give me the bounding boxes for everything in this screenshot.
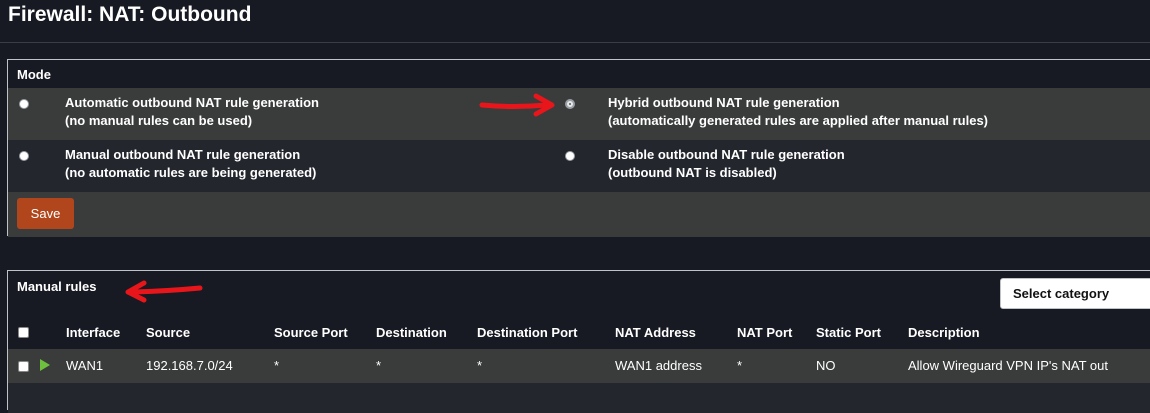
option-automatic-title: Automatic outbound NAT rule generation [65,95,319,110]
cell-description: Allow Wireguard VPN IP's NAT out [908,358,1108,373]
col-static-port[interactable]: Static Port [816,325,881,340]
radio-automatic[interactable] [19,99,29,109]
cell-static-port: NO [816,358,836,373]
option-manual[interactable]: Manual outbound NAT rule generation (no … [65,146,316,182]
option-hybrid[interactable]: Hybrid outbound NAT rule generation (aut… [608,94,988,130]
mode-row-2: Manual outbound NAT rule generation (no … [8,140,1150,192]
select-all-checkbox[interactable] [18,327,29,338]
mode-panel: Mode Automatic outbound NAT rule generat… [7,59,1150,237]
rules-table-header: Interface Source Source Port Destination… [8,315,1150,349]
save-row: Save [8,192,1150,237]
manual-rules-heading: Manual rules [17,279,97,294]
col-nat-address[interactable]: NAT Address [615,325,696,340]
option-disable-title: Disable outbound NAT rule generation [608,147,845,162]
red-arrow-annotation [479,93,555,117]
col-destination[interactable]: Destination [376,325,447,340]
manual-rules-panel: Manual rules Select category Interface S… [7,270,1150,413]
option-hybrid-title: Hybrid outbound NAT rule generation [608,95,840,110]
cell-nat-port: * [737,358,743,373]
option-manual-title: Manual outbound NAT rule generation [65,147,301,162]
save-button[interactable]: Save [17,198,74,229]
col-description[interactable]: Description [908,325,980,340]
col-destination-port[interactable]: Destination Port [477,325,577,340]
cell-source: 192.168.7.0/24 [146,358,233,373]
option-disable-note: (outbound NAT is disabled) [608,165,777,180]
cell-interface: WAN1 [66,358,104,373]
radio-manual[interactable] [19,151,29,161]
cell-destination: * [376,358,382,373]
select-category-dropdown[interactable]: Select category [1000,278,1150,309]
row-checkbox[interactable] [18,361,29,372]
option-automatic[interactable]: Automatic outbound NAT rule generation (… [65,94,319,130]
col-source-port[interactable]: Source Port [274,325,348,340]
cell-nat-address: WAN1 address [615,358,702,373]
radio-disable[interactable] [565,151,575,161]
title-divider [0,42,1150,43]
option-automatic-note: (no manual rules can be used) [65,113,253,128]
table-row[interactable]: WAN1 192.168.7.0/24 * * * WAN1 address *… [8,349,1150,383]
col-interface[interactable]: Interface [66,325,120,340]
option-hybrid-note: (automatically generated rules are appli… [608,113,989,128]
option-disable[interactable]: Disable outbound NAT rule generation (ou… [608,146,845,182]
cell-source-port: * [274,358,280,373]
table-row-partial [8,383,1150,413]
play-icon[interactable] [40,359,50,371]
option-manual-note: (no automatic rules are being generated) [65,165,317,180]
red-arrow-annotation-2 [125,280,203,303]
col-nat-port[interactable]: NAT Port [737,325,792,340]
col-source[interactable]: Source [146,325,190,340]
radio-hybrid[interactable] [565,99,575,109]
mode-heading: Mode [17,67,51,82]
cell-destination-port: * [477,358,483,373]
mode-row-1: Automatic outbound NAT rule generation (… [8,88,1150,140]
page-title: Firewall: NAT: Outbound [8,3,252,26]
